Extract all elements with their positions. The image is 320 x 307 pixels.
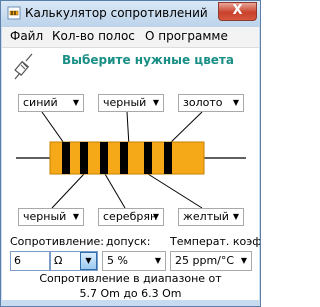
leader-line	[104, 173, 126, 209]
unit-value: Ω	[54, 254, 63, 267]
resistance-value: 6	[14, 254, 21, 267]
close-button[interactable]: X	[218, 2, 257, 21]
band-select-bottom-2[interactable]: серебрян ▼	[98, 208, 164, 226]
leader-line	[51, 173, 85, 209]
resistor-band-1	[62, 142, 70, 174]
resistance-label: Сопротивление:	[10, 235, 104, 248]
window-bottom-border	[2, 300, 259, 306]
band-select-value: черный	[23, 210, 67, 223]
leader-line	[147, 173, 203, 209]
dropdown-arrow-icon: ▼	[240, 256, 247, 265]
dropdown-arrow-icon: ▼	[152, 98, 159, 107]
band-select-value: золото	[183, 96, 223, 109]
band-select-top-2[interactable]: черный ▼	[98, 94, 164, 112]
close-icon: X	[232, 3, 243, 18]
dropdown-arrow-icon: ▼	[85, 256, 92, 265]
result-line-2: 5.7 Om до 6.3 Om	[79, 287, 182, 300]
resistor-band-5	[144, 142, 152, 174]
leader-line	[166, 111, 203, 147]
band-select-top-3[interactable]: золото ▼	[178, 94, 244, 112]
app-icon	[7, 6, 21, 20]
resistor-band-2	[80, 142, 88, 174]
leader-line	[41, 111, 67, 147]
resistance-input[interactable]: 6	[10, 251, 50, 271]
band-select-bottom-3[interactable]: желтый ▼	[178, 208, 244, 226]
resistor-band-4	[120, 142, 128, 174]
dropdown-arrow-icon: ▼	[152, 212, 159, 221]
dropdown-arrow-icon: ▼	[232, 212, 239, 221]
app-window: Калькулятор сопротивлений X Файл Кол-во …	[0, 0, 261, 307]
tolerance-label: допуск:	[106, 235, 151, 248]
resistor-band-6	[164, 142, 172, 174]
menu-bar: Файл Кол-во полос О программе	[2, 27, 259, 48]
unit-dropdown-button[interactable]: ▼	[80, 252, 97, 270]
tolerance-select[interactable]: 5 % ▼	[102, 251, 166, 271]
resistor-diagram	[16, 111, 246, 209]
main-panel: Выберите нужные цвета синий ▼ черный ▼ з…	[2, 48, 261, 300]
dropdown-arrow-icon: ▼	[232, 98, 239, 107]
menu-about[interactable]: О программе	[145, 29, 228, 43]
tempco-value: 25 ppm/°C	[175, 254, 235, 267]
menu-band-count[interactable]: Кол-во полос	[52, 29, 135, 43]
tempco-select[interactable]: 25 ppm/°C ▼	[170, 251, 252, 271]
dropdown-arrow-icon: ▼	[154, 256, 161, 265]
title-bar: Калькулятор сопротивлений X	[1, 1, 260, 27]
band-select-bottom-1[interactable]: черный ▼	[18, 208, 84, 226]
leader-line	[126, 111, 130, 147]
dropdown-arrow-icon: ▼	[72, 98, 79, 107]
window-title: Калькулятор сопротивлений	[25, 6, 208, 20]
tempco-label: Температ. коэф.:	[170, 235, 261, 248]
menu-file[interactable]: Файл	[10, 29, 43, 43]
result-line-1: Сопротивление в диапазоне от	[39, 272, 222, 285]
dropdown-arrow-icon: ▼	[72, 212, 79, 221]
tolerance-value: 5 %	[107, 254, 128, 267]
resistor-band-3	[100, 142, 108, 174]
band-select-value: синий	[23, 96, 58, 109]
band-select-value: серебрян	[103, 210, 158, 223]
band-select-top-1[interactable]: синий ▼	[18, 94, 84, 112]
band-select-value: желтый	[183, 210, 229, 223]
band-select-value: черный	[103, 96, 147, 109]
